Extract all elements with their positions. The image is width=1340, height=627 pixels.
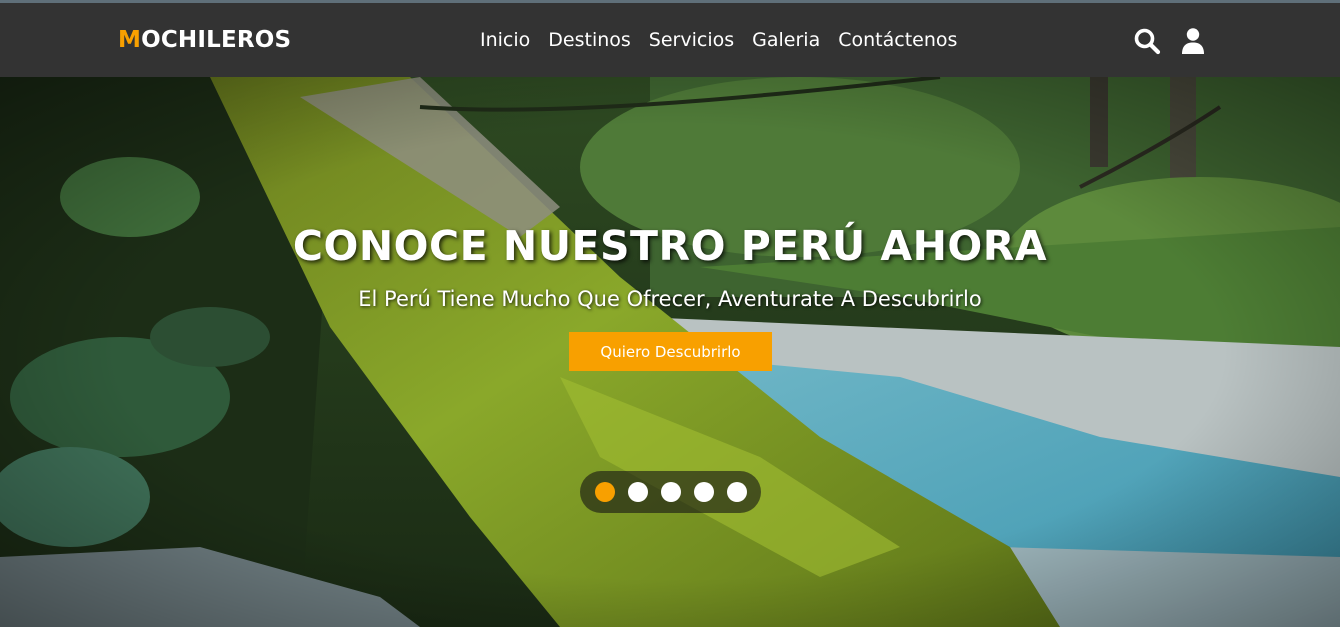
slider-dot-3[interactable] <box>660 482 681 502</box>
user-icon[interactable] <box>1180 27 1208 55</box>
slider-dot-2[interactable] <box>627 482 648 502</box>
hero-subtitle: El Perú Tiene Mucho Que Ofrecer, Aventur… <box>358 287 982 311</box>
slider-dot-5[interactable] <box>726 482 747 502</box>
slider-dot-4[interactable] <box>693 482 714 502</box>
nav-link-contactenos[interactable]: Contáctenos <box>838 29 957 51</box>
search-icon[interactable] <box>1133 27 1161 55</box>
slider-dot-1[interactable] <box>594 482 615 502</box>
nav-link-inicio[interactable]: Inicio <box>480 29 530 51</box>
brand-logo-text: OCHILEROS <box>141 27 292 53</box>
slider-pagination <box>580 471 761 513</box>
discover-button[interactable]: Quiero Descubrirlo <box>569 332 772 371</box>
nav-link-destinos[interactable]: Destinos <box>548 29 631 51</box>
hero-title: CONOCE NUESTRO PERÚ AHORA <box>292 222 1048 270</box>
brand-logo[interactable]: MOCHILEROS <box>118 27 291 53</box>
main-nav: Inicio Destinos Servicios Galeria Contác… <box>480 29 957 51</box>
brand-logo-initial: M <box>118 27 142 53</box>
nav-link-servicios[interactable]: Servicios <box>649 29 734 51</box>
navbar: MOCHILEROS Inicio Destinos Servicios Gal… <box>0 3 1340 77</box>
hero-slider: CONOCE NUESTRO PERÚ AHORA El Perú Tiene … <box>0 77 1340 627</box>
nav-link-galeria[interactable]: Galeria <box>752 29 820 51</box>
